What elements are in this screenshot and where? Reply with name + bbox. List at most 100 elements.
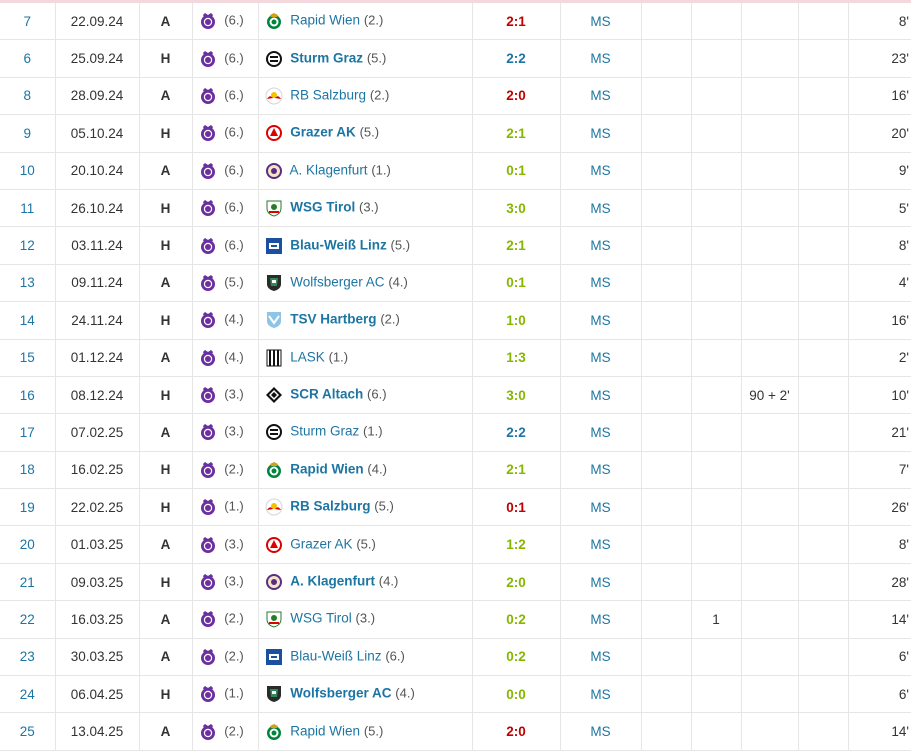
austria-wien-crest-icon[interactable] [199,12,217,30]
austria-wien-crest-icon[interactable] [199,723,217,741]
rb-salzburg-crest-icon[interactable] [265,87,283,105]
position-link[interactable]: MS [560,563,642,602]
austria-wien-crest-icon[interactable] [199,162,217,180]
matchday-link[interactable]: 25 [0,712,56,751]
austria-wien-crest-icon[interactable] [199,274,217,292]
result-link[interactable]: 2:1 [472,226,561,265]
position-link[interactable]: MS [560,600,642,639]
tsv-hartberg-crest-icon[interactable] [265,311,283,329]
matchday-link[interactable]: 9 [0,114,56,153]
result-link[interactable]: 1:2 [472,525,561,564]
result-link[interactable]: 3:0 [472,189,561,228]
austria-wien-crest-icon[interactable] [199,349,217,367]
position-link[interactable]: MS [560,413,642,452]
position-link[interactable]: MS [560,301,642,340]
result-link[interactable]: 0:2 [472,638,561,677]
matchday-link[interactable]: 14 [0,301,56,340]
opponent-link[interactable]: Grazer AK [290,125,356,140]
matchday-link[interactable]: 10 [0,152,56,190]
austria-wien-crest-icon[interactable] [199,423,217,441]
position-link[interactable]: MS [560,264,642,303]
matchday-link[interactable]: 18 [0,451,56,490]
position-link[interactable]: MS [560,226,642,265]
blau-weiss-linz-crest-icon[interactable] [265,237,283,255]
matchday-link[interactable]: 11 [0,189,56,228]
sturm-graz-crest-icon[interactable] [265,423,283,441]
result-link[interactable]: 0:1 [472,152,561,190]
position-link[interactable]: MS [560,638,642,677]
opponent-link[interactable]: SCR Altach [290,387,363,402]
austria-wien-crest-icon[interactable] [199,50,217,68]
matchday-link[interactable]: 15 [0,339,56,377]
austria-wien-crest-icon[interactable] [199,498,217,516]
opponent-link[interactable]: Wolfsberger AC [290,686,391,701]
opponent-link[interactable]: RB Salzburg [290,88,366,103]
rb-salzburg-crest-icon[interactable] [265,498,283,516]
result-link[interactable]: 2:1 [472,114,561,153]
opponent-link[interactable]: Rapid Wien [290,723,360,738]
opponent-link[interactable]: WSG Tirol [290,611,352,626]
result-link[interactable]: 2:0 [472,712,561,751]
opponent-link[interactable]: LASK [290,349,325,364]
austria-wien-crest-icon[interactable] [199,237,217,255]
result-link[interactable]: 3:0 [472,376,561,415]
opponent-link[interactable]: RB Salzburg [290,499,370,514]
austria-wien-crest-icon[interactable] [199,87,217,105]
result-link[interactable]: 0:2 [472,600,561,639]
opponent-link[interactable]: Wolfsberger AC [290,274,384,289]
matchday-link[interactable]: 19 [0,488,56,527]
austria-wien-crest-icon[interactable] [199,536,217,554]
result-link[interactable]: 0:1 [472,488,561,527]
matchday-link[interactable]: 17 [0,413,56,452]
matchday-link[interactable]: 21 [0,563,56,602]
matchday-link[interactable]: 7 [0,3,56,41]
opponent-link[interactable]: Blau-Weiß Linz [290,648,381,663]
result-link[interactable]: 2:0 [472,563,561,602]
matchday-link[interactable]: 23 [0,638,56,677]
opponent-link[interactable]: A. Klagenfurt [290,162,368,177]
austria-wien-crest-icon[interactable] [199,124,217,142]
lask-crest-icon[interactable] [265,349,283,367]
austria-wien-crest-icon[interactable] [199,461,217,479]
opponent-link[interactable]: A. Klagenfurt [290,574,375,589]
result-link[interactable]: 1:3 [472,339,561,377]
sturm-graz-crest-icon[interactable] [265,50,283,68]
position-link[interactable]: MS [560,152,642,190]
opponent-link[interactable]: TSV Hartberg [290,312,376,327]
rapid-wien-crest-icon[interactable] [265,723,283,741]
matchday-link[interactable]: 13 [0,264,56,303]
position-link[interactable]: MS [560,114,642,153]
blau-weiss-linz-crest-icon[interactable] [265,648,283,666]
opponent-link[interactable]: Rapid Wien [290,461,363,476]
wolfsberger-ac-crest-icon[interactable] [265,274,283,292]
result-link[interactable]: 2:2 [472,39,561,78]
wolfsberger-ac-crest-icon[interactable] [265,685,283,703]
position-link[interactable]: MS [560,451,642,490]
result-link[interactable]: 2:1 [472,3,561,41]
austria-wien-crest-icon[interactable] [199,610,217,628]
position-link[interactable]: MS [560,712,642,751]
position-link[interactable]: MS [560,376,642,415]
position-link[interactable]: MS [560,189,642,228]
opponent-link[interactable]: Sturm Graz [290,50,363,65]
austria-wien-crest-icon[interactable] [199,648,217,666]
austria-wien-crest-icon[interactable] [199,386,217,404]
austria-wien-crest-icon[interactable] [199,311,217,329]
grazer-ak-crest-icon[interactable] [265,536,283,554]
matchday-link[interactable]: 6 [0,39,56,78]
result-link[interactable]: 1:0 [472,301,561,340]
opponent-link[interactable]: Grazer AK [290,536,352,551]
a-klagenfurt-crest-icon[interactable] [265,573,283,591]
matchday-link[interactable]: 20 [0,525,56,564]
position-link[interactable]: MS [560,525,642,564]
a-klagenfurt-crest-icon[interactable] [265,162,283,180]
matchday-link[interactable]: 16 [0,376,56,415]
matchday-link[interactable]: 12 [0,226,56,265]
result-link[interactable]: 2:0 [472,77,561,116]
position-link[interactable]: MS [560,77,642,116]
austria-wien-crest-icon[interactable] [199,685,217,703]
position-link[interactable]: MS [560,675,642,714]
matchday-link[interactable]: 22 [0,600,56,639]
opponent-link[interactable]: WSG Tirol [290,200,355,215]
result-link[interactable]: 0:0 [472,675,561,714]
